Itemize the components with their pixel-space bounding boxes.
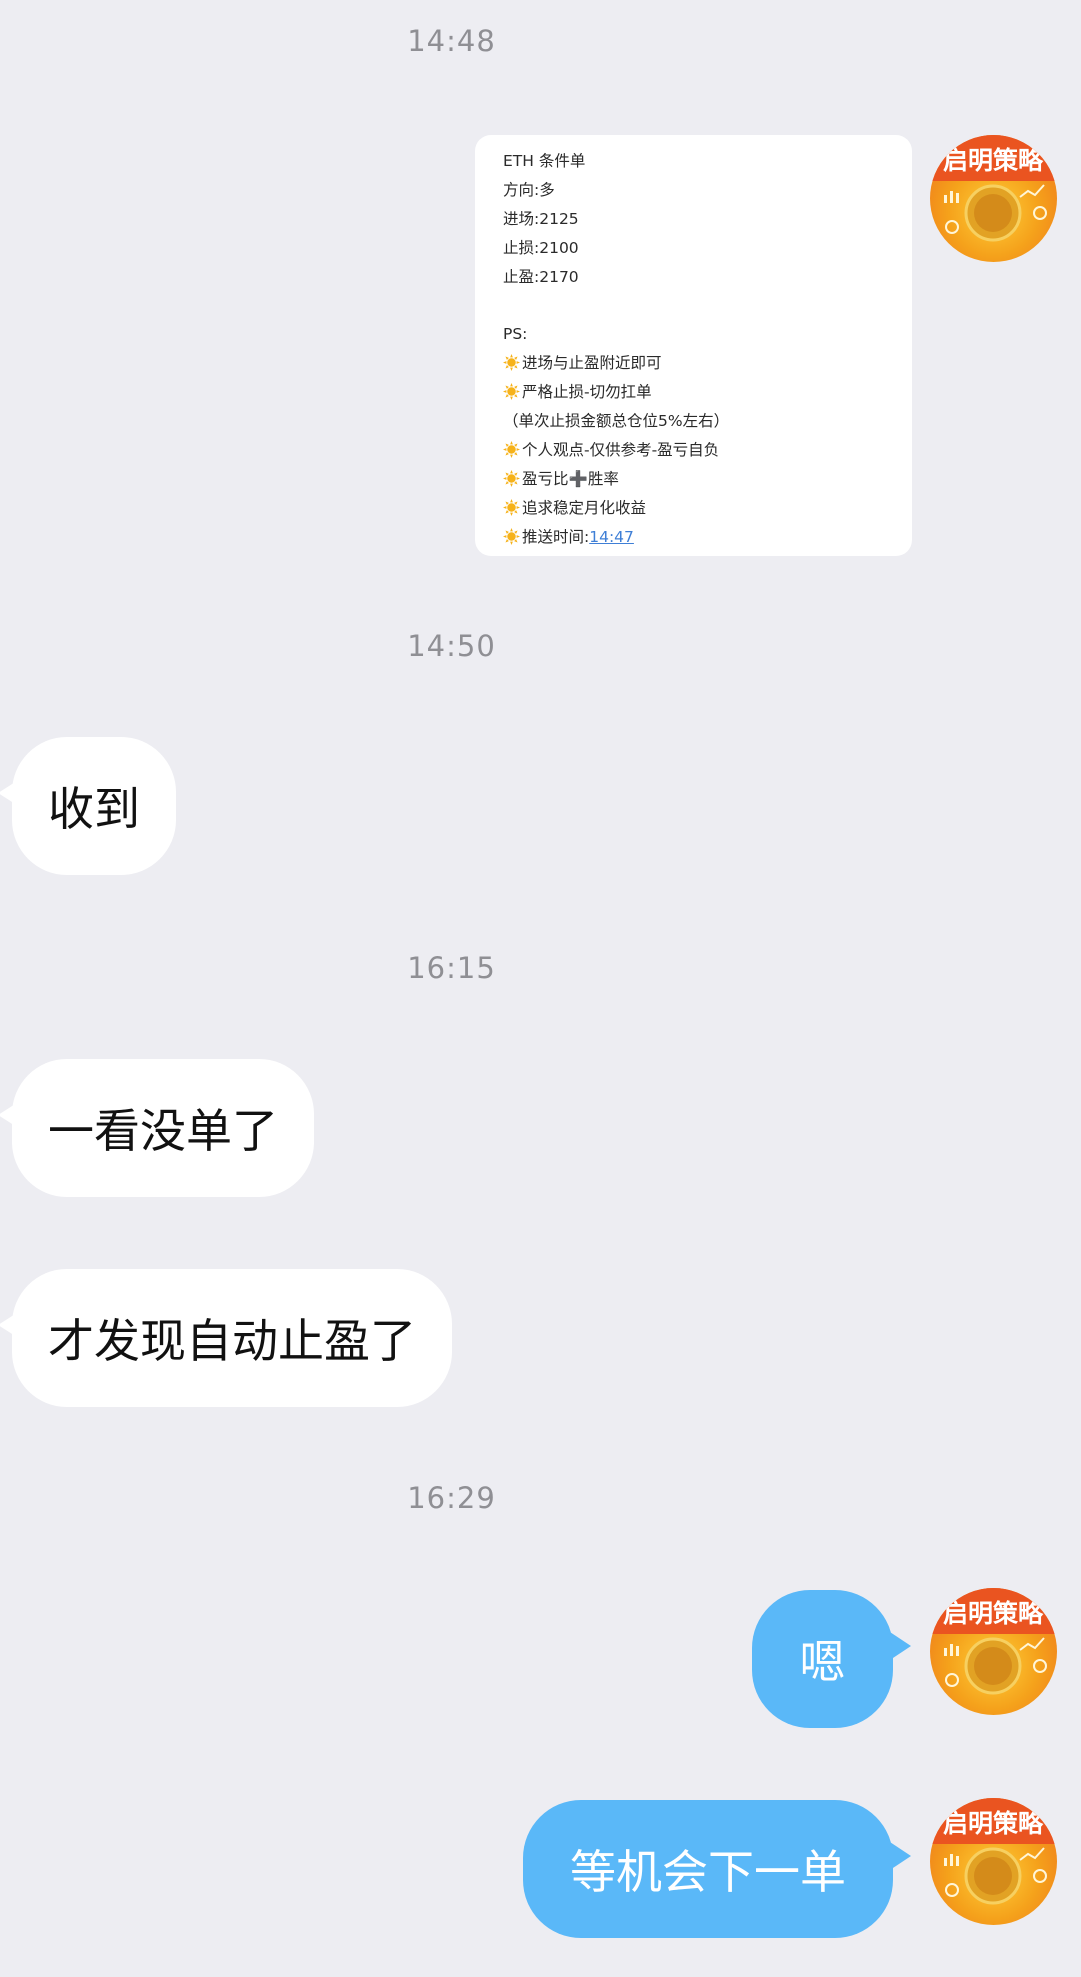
incoming-message-bubble[interactable]: 一看没单了 [0,1059,314,1197]
card-direction: 方向:多 [503,180,555,199]
message-text: 等机会下一单 [570,1845,846,1899]
card-ps-label: PS: [503,325,528,344]
sun-icon [503,383,520,401]
timestamp-1448: 14:48 [407,24,496,58]
outgoing-message-bubble[interactable]: 等机会下一单 [523,1800,911,1938]
avatar-brand-text: 启明策略 [943,1599,1044,1628]
sun-icon [503,498,520,516]
card-note-4: 盈亏比➕胜率 [503,465,892,494]
card-stop-loss: 止损:2100 [503,238,579,257]
send-time-link[interactable]: 14:47 [589,528,634,546]
sun-icon [503,469,520,487]
avatar-brand-text: 启明策略 [943,1809,1044,1838]
message-text: 一看没单了 [48,1104,278,1158]
card-note-3: 个人观点-仅供参考-盈亏自负 [503,436,892,465]
timestamp-1450: 14:50 [407,629,496,663]
card-note-1: 进场与止盈附近即可 [503,349,892,378]
card-take-profit: 止盈:2170 [503,267,579,286]
avatar[interactable]: 启明策略 [930,1588,1057,1715]
incoming-message-bubble[interactable]: 才发现自动止盈了 [0,1269,452,1407]
sun-icon [503,440,520,458]
card-title: ETH 条件单 [503,152,586,170]
card-entry: 进场:2125 [503,209,579,228]
message-text: 嗯 [799,1635,846,1689]
avatar[interactable]: 启明策略 [930,135,1057,262]
sun-icon [503,527,520,545]
card-note-sub: （单次止损金额总仓位5%左右） [503,412,730,431]
outgoing-message-bubble[interactable]: 嗯 [752,1590,911,1728]
message-text: 才发现自动止盈了 [48,1314,416,1368]
card-send-time: 推送时间:14:47 [503,523,892,552]
strategy-card-message[interactable]: ETH 条件单 方向:多 进场:2125 止损:2100 止盈:2170 PS:… [475,135,912,556]
avatar-brand-text: 启明策略 [943,146,1044,175]
card-note-5: 追求稳定月化收益 [503,494,892,523]
sun-icon [503,354,520,372]
timestamp-1615: 16:15 [407,951,496,985]
avatar[interactable]: 启明策略 [930,1798,1057,1925]
plus-icon: ➕ [568,469,588,488]
message-text: 收到 [48,782,140,836]
card-note-2: 严格止损-切勿扛单 [503,378,892,407]
timestamp-1629: 16:29 [407,1481,496,1515]
incoming-message-bubble[interactable]: 收到 [0,737,176,875]
